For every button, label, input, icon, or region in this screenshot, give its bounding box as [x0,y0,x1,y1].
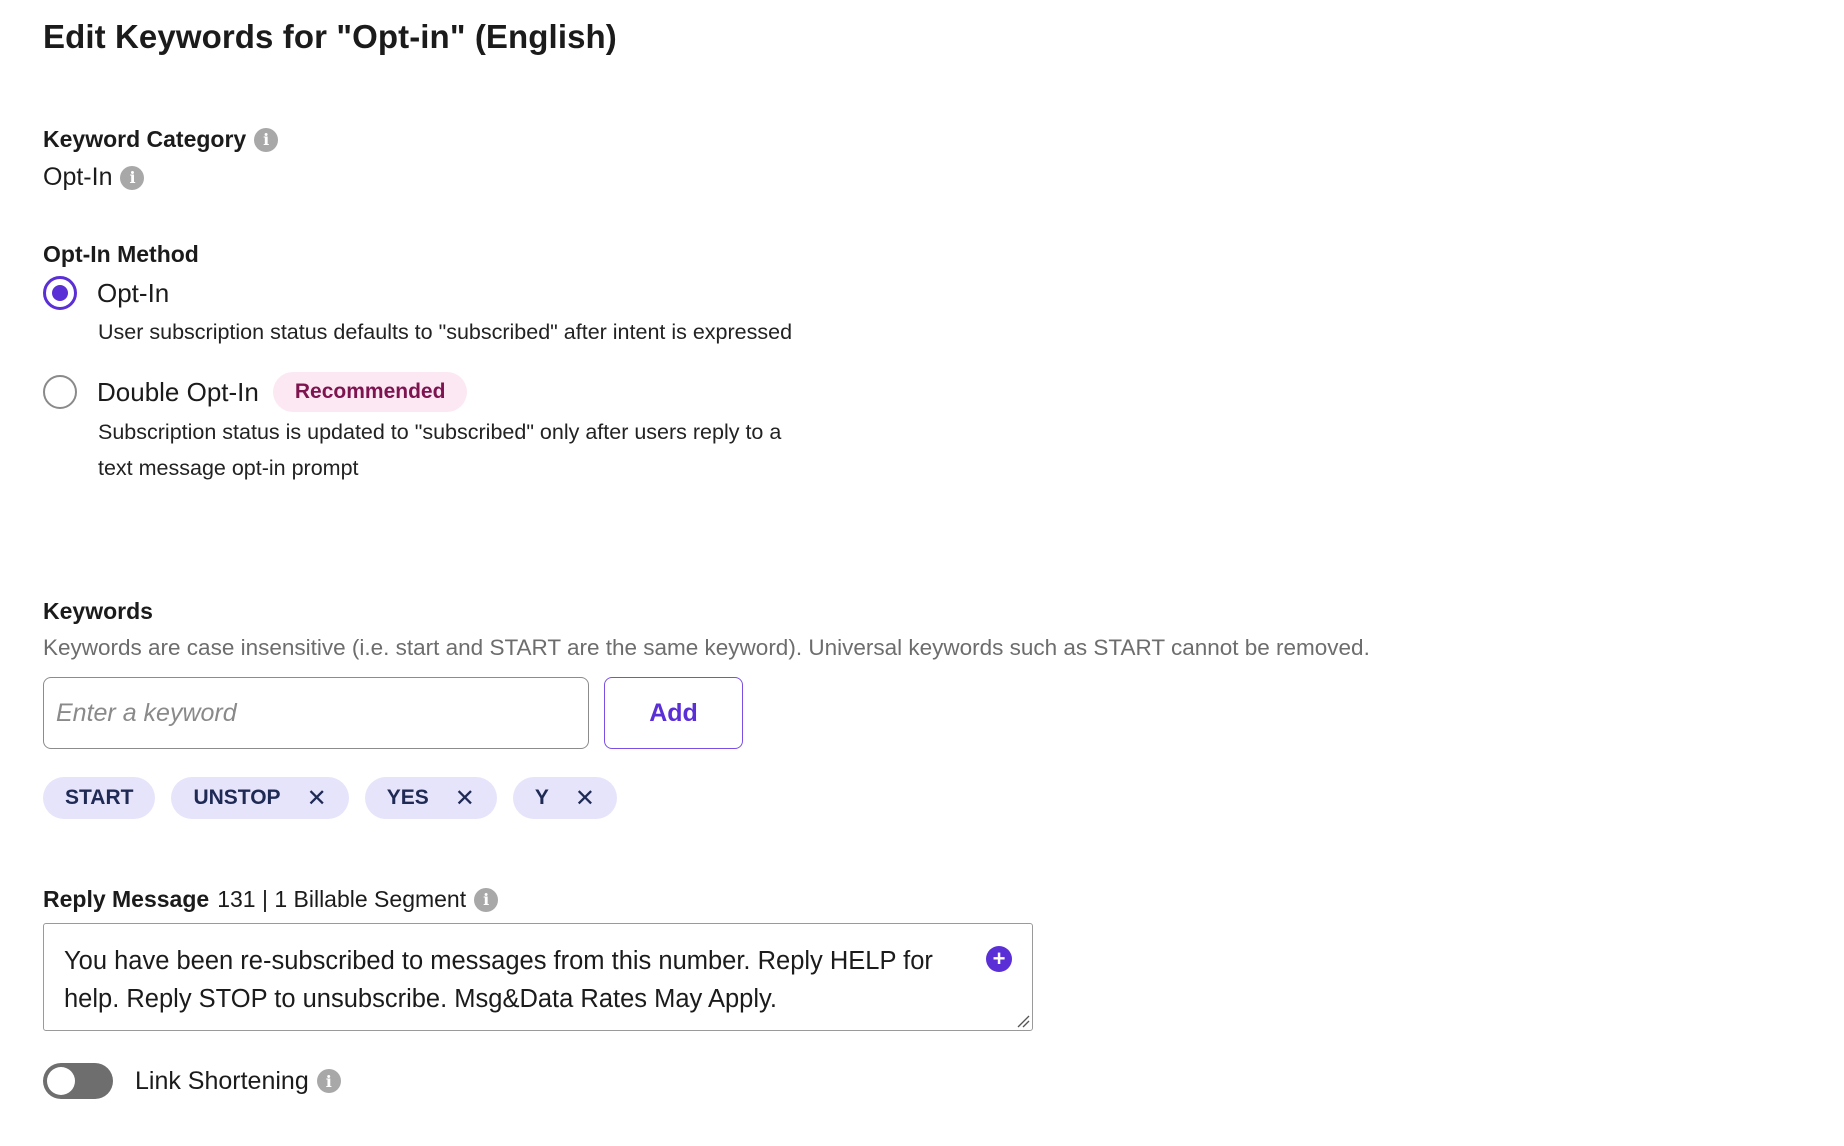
keyword-chip-start: START [43,777,156,819]
info-icon[interactable]: i [254,127,279,152]
info-icon[interactable]: i [120,165,145,190]
reply-message-textarea[interactable]: You have been re-subscribed to messages … [43,923,1033,1031]
link-shortening-toggle[interactable] [43,1063,113,1099]
close-icon[interactable]: ✕ [307,784,327,813]
opt-in-radio-label[interactable]: Opt-In [97,278,169,309]
keyword-category-label: Keyword Category [43,126,247,152]
opt-in-method-label: Opt-In Method [43,241,199,267]
reply-message-label: Reply Message [43,886,210,912]
double-opt-in-description-line2: text message opt-in prompt [98,456,359,480]
resize-handle-icon[interactable] [1016,1014,1030,1028]
keyword-chip-label: YES [386,786,429,809]
plus-circle-icon[interactable]: + [986,946,1012,972]
keyword-chip-yes: YES ✕ [364,777,497,819]
keyword-chip-y: Y ✕ [512,777,617,819]
keyword-input[interactable] [43,677,589,749]
opt-in-description: User subscription status defaults to "su… [98,320,793,344]
reply-message-section: Reply Message 131 | 1 Billable Segment i… [43,886,1033,1031]
opt-in-radio[interactable] [43,276,77,310]
keyword-chips: START UNSTOP ✕ YES ✕ Y ✕ [43,777,1603,819]
reply-message-meta: 131 | 1 Billable Segment [217,886,467,912]
reply-message-text: You have been re-subscribed to messages … [64,947,933,1013]
add-keyword-button[interactable]: Add [604,677,743,749]
keywords-help-text: Keywords are case insensitive (i.e. star… [43,635,1370,660]
radio-option-double-opt-in[interactable]: Double Opt-In Recommended [43,372,943,412]
keyword-chip-label: Y [534,786,549,809]
close-icon[interactable]: ✕ [455,784,475,813]
toggle-knob [47,1067,75,1095]
keywords-section: Keywords Keywords are case insensitive (… [43,598,1603,819]
radio-option-opt-in[interactable]: Opt-In [43,276,943,310]
keyword-category-value: Opt-In [43,163,113,191]
info-icon[interactable]: i [316,1069,341,1093]
keyword-category: Keyword Category i Opt-In i [43,126,279,192]
keyword-chip-label: UNSTOP [193,786,281,809]
keyword-chip-unstop: UNSTOP ✕ [171,777,349,819]
recommended-badge: Recommended [272,372,468,412]
keyword-chip-label: START [65,786,134,809]
opt-in-method-group: Opt-In Method Opt-In User subscription s… [43,241,943,486]
page-title: Edit Keywords for "Opt-in" (English) [43,18,617,55]
keywords-label: Keywords [43,598,153,624]
double-opt-in-description-line1: Subscription status is updated to "subsc… [98,420,782,444]
link-shortening-label: Link Shortening [135,1066,309,1095]
link-shortening-row: Link Shortening i [43,1063,341,1099]
double-opt-in-radio-label[interactable]: Double Opt-In [97,377,259,408]
info-icon[interactable]: i [474,887,499,912]
close-icon[interactable]: ✕ [575,784,595,813]
double-opt-in-radio[interactable] [43,375,77,409]
